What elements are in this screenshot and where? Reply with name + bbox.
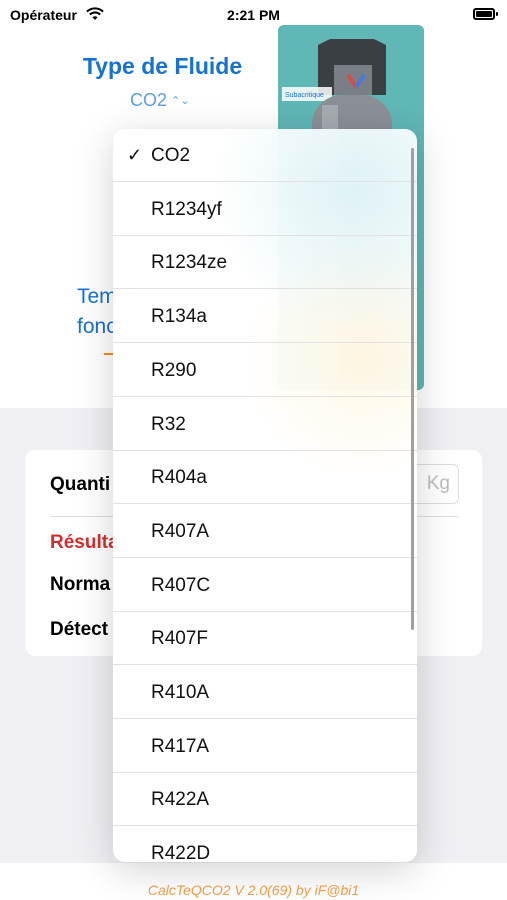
menu-item-r417a[interactable]: R417A xyxy=(113,720,417,773)
menu-item-label: R410A xyxy=(151,682,210,703)
footer-version: CalcTeQCO2 V 2.0(69) by iF@bi1 xyxy=(147,882,360,898)
menu-item-r410a[interactable]: R410A xyxy=(113,666,417,719)
fluid-type-title: Type de Fluide xyxy=(82,53,243,79)
menu-item-label: R422A xyxy=(151,789,210,811)
battery-icon xyxy=(473,8,498,20)
menu-item-label: R1234ze xyxy=(151,252,228,274)
menu-item-r407f[interactable]: R407F xyxy=(113,612,417,666)
menu-item-r134a[interactable]: R134a xyxy=(113,290,417,344)
menu-item-label: R1234yf xyxy=(151,198,222,220)
menu-item-r404a[interactable]: R404a xyxy=(113,451,417,505)
menu-item-r290[interactable]: R290 xyxy=(113,344,417,397)
menu-item-label: R407F xyxy=(151,628,209,650)
menu-item-label: R407A xyxy=(151,520,210,542)
menu-item-label: R417A xyxy=(151,735,210,757)
quantity-label: Quanti xyxy=(50,474,111,495)
menu-item-r422a[interactable]: R422A xyxy=(113,773,417,827)
menu-item-r407c[interactable]: R407C xyxy=(113,559,417,612)
fluid-dropdown-menu: ✓ CO2 R1234yf R1234ze R134a R290 R32 R404a R407A… xyxy=(113,129,417,862)
menu-item-r407a[interactable]: R407A xyxy=(113,505,417,558)
menu-item-label: R407C xyxy=(151,574,211,596)
menu-item-r32[interactable]: R32 xyxy=(113,398,417,451)
menu-item-co2[interactable]: ✓ CO2 xyxy=(113,129,417,182)
menu-item-r1234ze[interactable]: R1234ze xyxy=(113,236,417,290)
temperature-label: Tem fonc xyxy=(77,285,117,338)
menu-item-label: R32 xyxy=(151,413,186,435)
menu-item-r422d[interactable]: R422D xyxy=(113,827,417,862)
menu-item-label: R404a xyxy=(151,467,207,489)
fluid-selected-value: CO2 xyxy=(130,90,168,110)
detect-label: Détect xyxy=(50,619,109,640)
cylinder-caption: Subacritique xyxy=(285,92,324,99)
menu-item-label: R290 xyxy=(151,359,197,381)
clock: 2:21 PM xyxy=(227,7,280,23)
status-bar: Opérateur 2:21 PM xyxy=(0,0,507,30)
menu-item-label: R422D xyxy=(151,843,211,862)
norm-label: Norma xyxy=(50,574,111,595)
chevron-updown-icon: ⌃⌄ xyxy=(171,95,190,107)
fluid-type-selector[interactable]: CO2 ⌃⌄ xyxy=(130,90,189,111)
menu-item-label: CO2 xyxy=(151,145,191,166)
menu-item-r1234yf[interactable]: R1234yf xyxy=(113,183,417,236)
checkmark-icon: ✓ xyxy=(127,145,143,165)
menu-item-label: R134a xyxy=(151,306,207,328)
scroll-indicator[interactable] xyxy=(411,148,414,630)
result-label: Résulta xyxy=(50,532,119,553)
